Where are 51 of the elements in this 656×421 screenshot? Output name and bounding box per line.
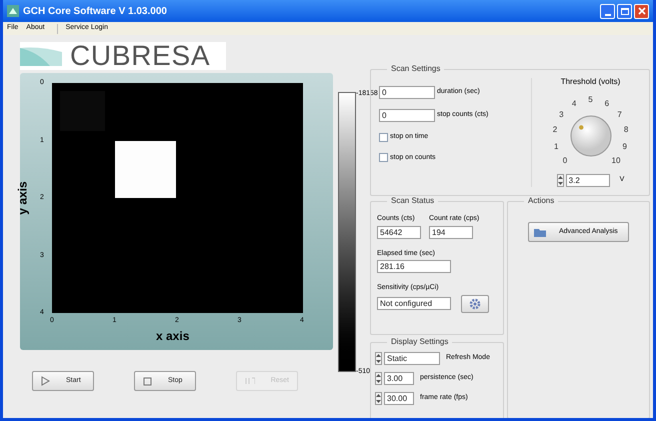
threshold-field[interactable]: 3.2	[566, 174, 610, 187]
close-icon	[638, 7, 646, 15]
dial-scale-label: 8	[622, 125, 630, 134]
frame-rate-field[interactable]: 30.00	[384, 392, 414, 405]
threshold-knob[interactable]	[570, 115, 612, 157]
maximize-icon	[620, 8, 628, 14]
checkbox[interactable]	[379, 153, 388, 162]
elapsed-time-field[interactable]: 281.16	[377, 260, 451, 273]
persistence-field[interactable]: 3.00	[384, 372, 414, 385]
logo-text: CUBRESA	[70, 42, 210, 70]
maximize-button[interactable]	[617, 4, 632, 18]
dial-scale-label: 5	[587, 95, 594, 104]
group-title: Scan Status	[387, 196, 438, 206]
stop-counts-field[interactable]: 0	[379, 109, 435, 122]
group-title: Scan Settings	[387, 64, 444, 74]
spinner-arrows-icon[interactable]	[375, 352, 382, 365]
duration-field[interactable]: 0	[379, 86, 435, 99]
dial-scale-label: 1	[553, 142, 560, 152]
spinner-arrows-icon[interactable]	[375, 372, 382, 385]
square-icon	[143, 376, 152, 386]
count-rate-field[interactable]: 194	[429, 226, 473, 238]
minimize-button[interactable]	[600, 4, 615, 18]
window-title: GCH Core Software V 1.03.000	[23, 4, 167, 18]
counts-field[interactable]: 54642	[377, 226, 421, 238]
dial-scale-label: 4	[570, 98, 578, 108]
dial-scale-label: 7	[616, 110, 623, 119]
group-title: Actions	[524, 196, 558, 206]
dial-scale-label: 3	[558, 110, 565, 119]
app-icon	[7, 5, 19, 17]
checkbox[interactable]	[379, 132, 388, 142]
settings-icon	[469, 298, 481, 310]
x-axis-label: x axis	[156, 328, 190, 345]
spinner-arrows-icon[interactable]	[556, 174, 564, 187]
wave-logo-icon	[20, 46, 62, 66]
y-axis-label: y axis	[14, 181, 31, 215]
spinner-arrows-icon[interactable]	[375, 392, 382, 405]
threshold-label: Threshold (volts)	[560, 76, 620, 88]
group-title: Display Settings	[387, 337, 452, 347]
refresh-mode-field[interactable]: Static	[384, 352, 440, 365]
minimize-icon	[604, 14, 610, 16]
reset-icon	[245, 377, 255, 385]
dial-scale-label: 2	[552, 125, 558, 134]
play-icon	[41, 376, 50, 386]
sensitivity-field[interactable]: Not configured	[377, 297, 451, 310]
settings-button[interactable]	[461, 294, 489, 312]
folder-icon	[533, 226, 547, 238]
dial-scale-label: 9	[622, 142, 628, 152]
close-button[interactable]	[634, 4, 649, 18]
dial-scale-label: 6	[604, 98, 610, 108]
dial-scale-label: 10	[610, 156, 621, 166]
dial-scale-label: 0	[562, 156, 568, 166]
